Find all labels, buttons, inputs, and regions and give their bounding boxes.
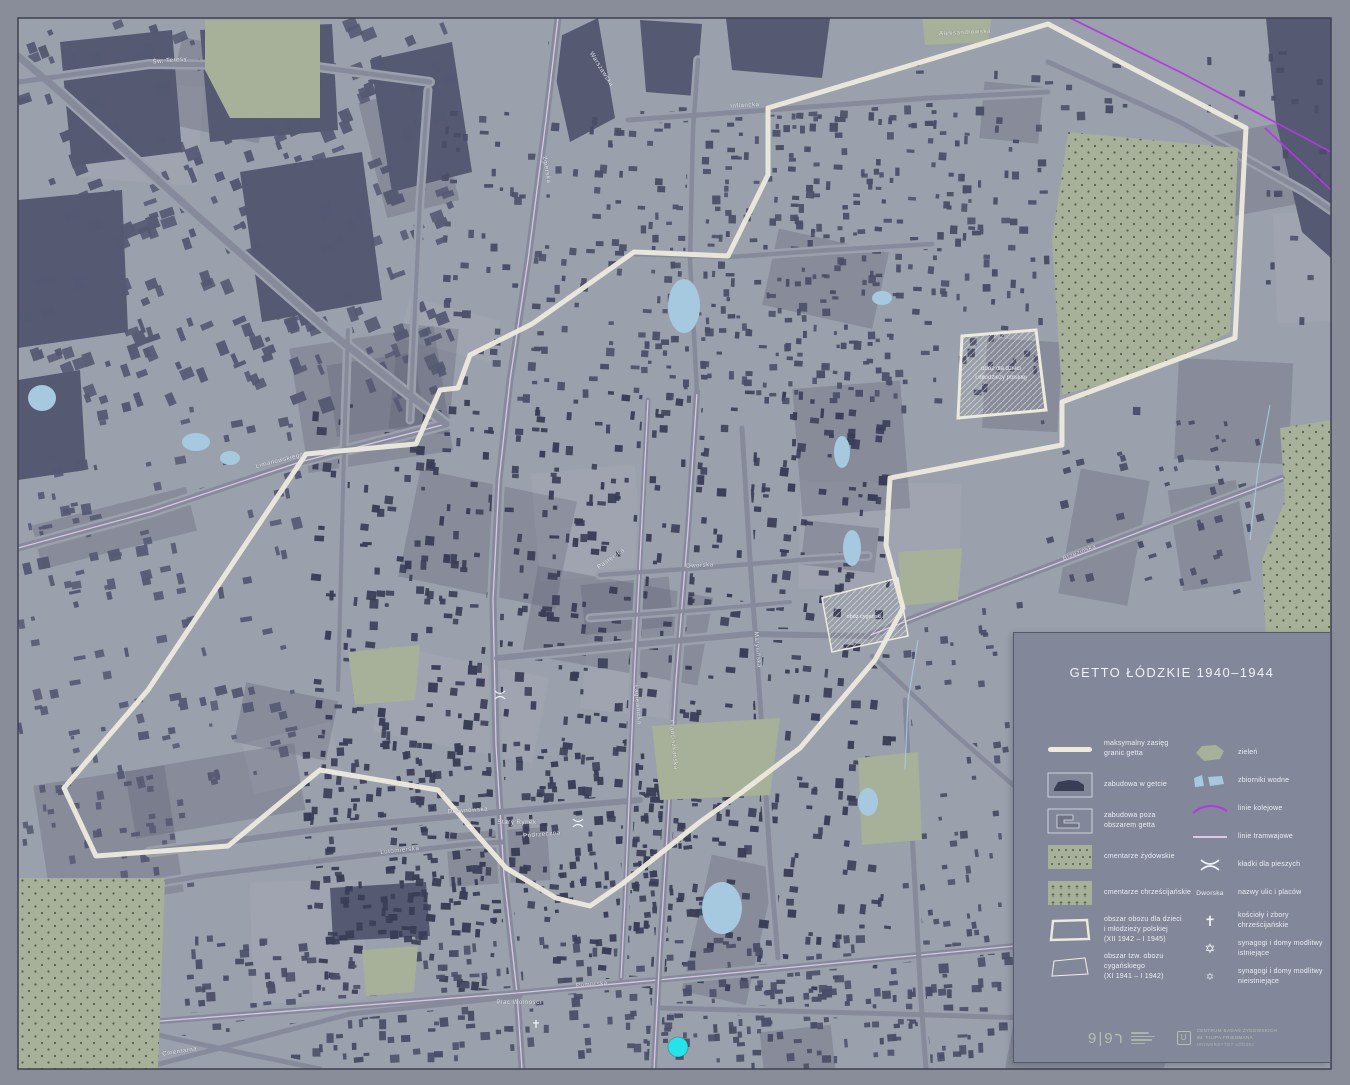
project-logo-glyphs: ר9|9	[1088, 1031, 1125, 1046]
legend-item-building-outside: zabudowa pozaobszarem getta	[1044, 807, 1194, 835]
legend-item-label: linie kolejowe	[1230, 804, 1282, 814]
legend-item-label: zabudowa pozaobszarem getta	[1096, 811, 1156, 831]
legend-item-label: synagogi i domy modlitwynieistniejące	[1230, 967, 1323, 987]
street-label: Stary Rynek	[497, 819, 537, 826]
legend-item-boundary: maksymalny zasięggranic getta	[1044, 735, 1194, 763]
legend-item-label: zbiorniki wodne	[1230, 776, 1289, 786]
map-title: GETTO ŁÓDZKIE 1940–1944	[1014, 665, 1330, 680]
svg-text:obóz dla dzieci: obóz dla dzieci	[981, 366, 1021, 372]
legend-item-label: zieleń	[1230, 748, 1258, 758]
location-marker[interactable]	[668, 1037, 688, 1057]
cemetery-jewish-swatch	[1044, 843, 1096, 871]
legend-item-tramway: linie tramwajowe	[1190, 827, 1330, 847]
credits-row: ר9|9 U Centrum Badań Żydowskich im. Fili…	[1088, 1028, 1277, 1048]
legend-item-label: obszar obozu dla dziecii młodzieży polsk…	[1096, 915, 1182, 944]
legend-item-footbridge: kładki dla pieszych	[1190, 855, 1330, 875]
svg-text:i młodzieży polskiej: i młodzieży polskiej	[975, 375, 1026, 381]
boundary-swatch	[1044, 735, 1096, 763]
legend-item-label: kładki dla pieszych	[1230, 860, 1300, 870]
street-label: Dworska	[686, 561, 714, 569]
legend-item-green: zieleń	[1190, 743, 1330, 763]
legend-column-left: maksymalny zasięggranic getta zabudowa w …	[1044, 735, 1194, 990]
legend-item-synagogue-existing: ✡synagogi i domy modlitwyistniejące	[1190, 939, 1330, 959]
university-logo-text: Centrum Badań Żydowskich im. Filipa Frie…	[1197, 1028, 1278, 1048]
cemetery-christian-swatch	[1044, 879, 1096, 907]
legend-item-water: zbiorniki wodne	[1190, 771, 1330, 791]
green-swatch	[1190, 743, 1230, 763]
camp-gypsy-swatch	[1044, 953, 1096, 981]
legend-item-label: maksymalny zasięggranic getta	[1096, 739, 1168, 759]
legend-item-label: linie tramwajowe	[1230, 832, 1293, 842]
project-logo: ר9|9	[1088, 1031, 1155, 1046]
legend-item-label: kościoły i zborychrześcijańskie	[1230, 911, 1289, 931]
legend-item-cemetery-christian: cmentarze chrześcijańskie	[1044, 879, 1194, 907]
university-logo: U Centrum Badań Żydowskich im. Filipa Fr…	[1177, 1028, 1278, 1048]
synagogue-nonexisting-swatch: ✡	[1190, 967, 1230, 987]
credit-line: Uniwersytet Łódzki	[1197, 1042, 1278, 1048]
credit-line: im. Filipa Friedmana	[1197, 1035, 1278, 1041]
legend-item-label: cmentarze żydowskie	[1096, 852, 1175, 862]
legend-item-railway: linie kolejowe	[1190, 799, 1330, 819]
tramway-swatch	[1190, 827, 1230, 847]
legend-item-camp-gypsy: obszar tzw. obozucygańskiego(XI 1941 – I…	[1044, 952, 1194, 981]
church-swatch: ✝	[1190, 911, 1230, 931]
building-ghetto-swatch	[1044, 771, 1096, 799]
footbridge-swatch	[1190, 855, 1230, 875]
project-logo-text-lines	[1131, 1032, 1155, 1044]
university-logo-mark: U	[1177, 1031, 1191, 1045]
legend-column-right: zieleń zbiorniki wodne linie kolejowe linie…	[1190, 743, 1330, 995]
legend-item-cemetery-jewish: cmentarze żydowskie	[1044, 843, 1194, 871]
lodz-ghetto-map-page: obóz dla dzieci i młodzieży polskiej obóz …	[0, 0, 1350, 1085]
legend-item-label: cmentarze chrześcijańskie	[1096, 888, 1191, 898]
legend-item-label: obszar tzw. obozucygańskiego(XI 1941 – I…	[1096, 952, 1164, 981]
street-label: Plac Wolności	[496, 999, 541, 1006]
water-swatch	[1190, 771, 1230, 791]
legend-item-street-name: Dworskanazwy ulic i placów	[1190, 883, 1330, 903]
legend-item-camp-children: obszar obozu dla dziecii młodzieży polsk…	[1044, 915, 1194, 944]
street-name-swatch: Dworska	[1190, 883, 1230, 903]
legend-item-label: zabudowa w getcie	[1096, 780, 1167, 790]
camp-area-children	[958, 330, 1046, 418]
legend-item-church: ✝kościoły i zborychrześcijańskie	[1190, 911, 1330, 931]
railway-swatch	[1190, 799, 1230, 819]
svg-text:obóz cygański: obóz cygański	[847, 614, 882, 620]
legend-item-label: nazwy ulic i placów	[1230, 888, 1301, 898]
building-outside-swatch	[1044, 807, 1096, 835]
legend-item-synagogue-nonexisting: ✡synagogi i domy modlitwynieistniejące	[1190, 967, 1330, 987]
legend-item-label: synagogi i domy modlitwyistniejące	[1230, 939, 1323, 959]
legend-item-building-ghetto: zabudowa w getcie	[1044, 771, 1194, 799]
synagogue-existing-swatch: ✡	[1190, 939, 1230, 959]
camp-children-swatch	[1044, 916, 1096, 944]
credit-line: Centrum Badań Żydowskich	[1197, 1028, 1278, 1034]
legend-panel: GETTO ŁÓDZKIE 1940–1944 maksymalny zasię…	[1013, 632, 1331, 1063]
